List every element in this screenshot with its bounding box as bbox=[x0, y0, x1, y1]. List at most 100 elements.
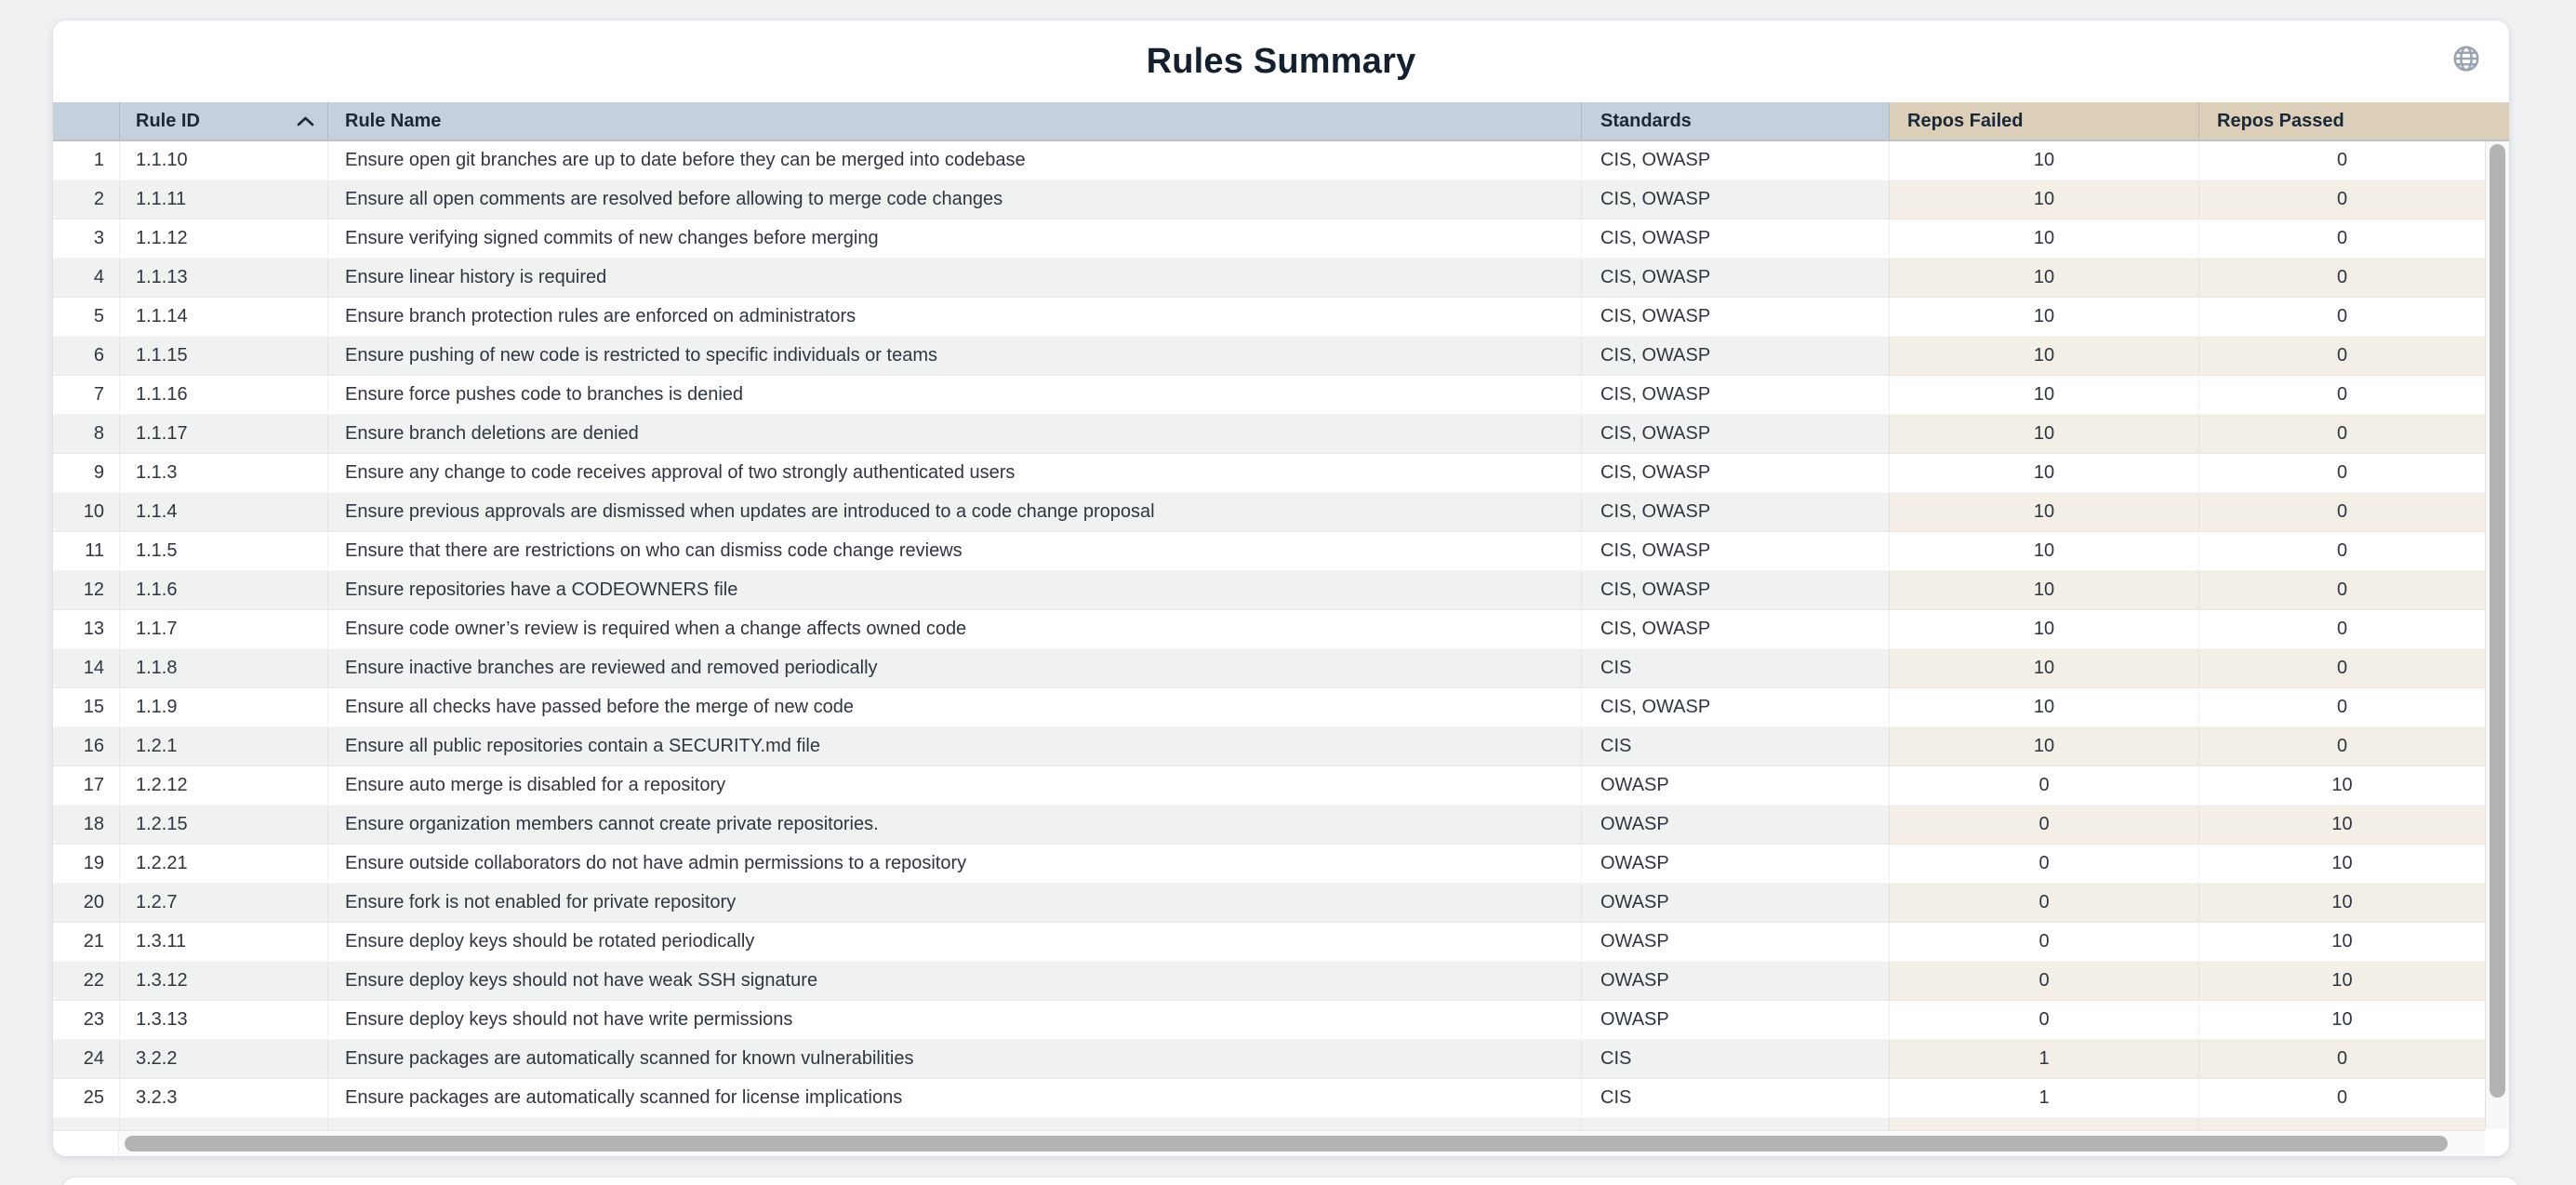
cell-repos-passed: 10 bbox=[2198, 1001, 2485, 1039]
cell-row-number: 7 bbox=[53, 376, 119, 414]
vertical-scrollbar[interactable] bbox=[2485, 141, 2509, 1130]
cell-repos-passed: 10 bbox=[2198, 962, 2485, 1000]
cell-rule-name: Ensure linear history is required bbox=[327, 259, 1581, 297]
globe-button[interactable] bbox=[2451, 44, 2481, 73]
cell-repos-failed: 10 bbox=[1889, 141, 2198, 180]
table-row: 13 1.1.7 Ensure code owner’s review is r… bbox=[53, 610, 2509, 649]
cell-repos-failed: 0 bbox=[1889, 962, 2198, 1000]
table-row: 2 1.1.11 Ensure all open comments are re… bbox=[53, 180, 2509, 220]
cell-repos-passed: 10 bbox=[2198, 923, 2485, 961]
cell-standards: OWASP bbox=[1581, 1001, 1889, 1039]
cell-repos-passed: 0 bbox=[2198, 180, 2485, 219]
cell-row-number: 3 bbox=[53, 220, 119, 258]
header-repos-failed[interactable]: Repos Failed bbox=[1889, 102, 2198, 140]
table-row: 12 1.1.6 Ensure repositories have a CODE… bbox=[53, 571, 2509, 610]
cell-repos-failed: 10 bbox=[1889, 180, 2198, 219]
header-repos-passed[interactable]: Repos Passed bbox=[2198, 102, 2509, 140]
table-row: 16 1.2.1 Ensure all public repositories … bbox=[53, 727, 2509, 766]
cell-repos-failed: 10 bbox=[1889, 727, 2198, 766]
cell-repos-failed: 0 bbox=[1889, 884, 2198, 922]
table-row-partial bbox=[53, 1118, 2509, 1130]
table-row: 4 1.1.13 Ensure linear history is requir… bbox=[53, 259, 2509, 298]
cell-repos-failed: 10 bbox=[1889, 610, 2198, 648]
vertical-scrollbar-thumb[interactable] bbox=[2490, 144, 2505, 1098]
cell-rule-id: 1.1.12 bbox=[119, 220, 327, 258]
cell-standards: CIS, OWASP bbox=[1581, 298, 1889, 336]
cell-rule-id: 1.1.16 bbox=[119, 376, 327, 414]
cell-row-number: 11 bbox=[53, 532, 119, 570]
cell-rule-name: Ensure verifying signed commits of new c… bbox=[327, 220, 1581, 258]
cell-repos-passed: 10 bbox=[2198, 845, 2485, 883]
cell-repos-passed: 0 bbox=[2198, 454, 2485, 492]
cell-standards: CIS bbox=[1581, 727, 1889, 766]
cell-standards: CIS, OWASP bbox=[1581, 141, 1889, 180]
cell-rule-id: 1.3.12 bbox=[119, 962, 327, 1000]
cell-rule-id: 1.1.9 bbox=[119, 688, 327, 726]
table-row: 6 1.1.15 Ensure pushing of new code is r… bbox=[53, 337, 2509, 376]
table-row: 10 1.1.4 Ensure previous approvals are d… bbox=[53, 493, 2509, 532]
horizontal-scrollbar[interactable] bbox=[53, 1130, 2509, 1156]
cell-rule-name: Ensure branch protection rules are enfor… bbox=[327, 298, 1581, 336]
cell-rule-id: 1.1.7 bbox=[119, 610, 327, 648]
table-row: 25 3.2.3 Ensure packages are automatical… bbox=[53, 1079, 2509, 1118]
cell-repos-passed: 0 bbox=[2198, 1079, 2485, 1117]
cell-standards: CIS, OWASP bbox=[1581, 532, 1889, 570]
cell-row-number: 8 bbox=[53, 415, 119, 453]
cell-rule-name: Ensure all checks have passed before the… bbox=[327, 688, 1581, 726]
cell-repos-passed bbox=[2198, 1118, 2485, 1130]
cell-row-number: 25 bbox=[53, 1079, 119, 1117]
cell-rule-id: 1.1.5 bbox=[119, 532, 327, 570]
cell-rule-name: Ensure branch deletions are denied bbox=[327, 415, 1581, 453]
table-row: 24 3.2.2 Ensure packages are automatical… bbox=[53, 1040, 2509, 1079]
cell-standards: CIS bbox=[1581, 1079, 1889, 1117]
table-row: 17 1.2.12 Ensure auto merge is disabled … bbox=[53, 766, 2509, 806]
horizontal-scrollbar-thumb[interactable] bbox=[125, 1136, 2448, 1152]
cell-repos-passed: 10 bbox=[2198, 884, 2485, 922]
cell-standards: CIS, OWASP bbox=[1581, 337, 1889, 375]
cell-rule-name: Ensure auto merge is disabled for a repo… bbox=[327, 766, 1581, 805]
table-row: 5 1.1.14 Ensure branch protection rules … bbox=[53, 298, 2509, 337]
table-row: 20 1.2.7 Ensure fork is not enabled for … bbox=[53, 884, 2509, 923]
cell-row-number: 14 bbox=[53, 649, 119, 687]
next-card-top-edge bbox=[62, 1178, 2518, 1185]
cell-rule-id: 1.1.15 bbox=[119, 337, 327, 375]
cell-row-number bbox=[53, 1118, 119, 1130]
cell-rule-id: 1.1.8 bbox=[119, 649, 327, 687]
cell-standards: CIS, OWASP bbox=[1581, 493, 1889, 531]
cell-repos-failed: 10 bbox=[1889, 649, 2198, 687]
header-standards[interactable]: Standards bbox=[1581, 102, 1889, 140]
table-row: 8 1.1.17 Ensure branch deletions are den… bbox=[53, 415, 2509, 454]
cell-row-number: 10 bbox=[53, 493, 119, 531]
cell-rule-name: Ensure deploy keys should be rotated per… bbox=[327, 923, 1581, 961]
cell-row-number: 20 bbox=[53, 884, 119, 922]
cell-repos-failed: 10 bbox=[1889, 337, 2198, 375]
cell-row-number: 21 bbox=[53, 923, 119, 961]
cell-rule-name: Ensure outside collaborators do not have… bbox=[327, 845, 1581, 883]
header-rule-name[interactable]: Rule Name bbox=[327, 102, 1581, 140]
cell-repos-failed: 10 bbox=[1889, 493, 2198, 531]
cell-rule-name: Ensure open git branches are up to date … bbox=[327, 141, 1581, 180]
cell-rule-name: Ensure all open comments are resolved be… bbox=[327, 180, 1581, 219]
cell-repos-passed: 0 bbox=[2198, 532, 2485, 570]
table-row: 22 1.3.12 Ensure deploy keys should not … bbox=[53, 962, 2509, 1001]
cell-repos-failed: 0 bbox=[1889, 766, 2198, 805]
table-body: 1 1.1.10 Ensure open git branches are up… bbox=[53, 141, 2509, 1130]
cell-row-number: 22 bbox=[53, 962, 119, 1000]
table-row: 14 1.1.8 Ensure inactive branches are re… bbox=[53, 649, 2509, 688]
cell-rule-name: Ensure previous approvals are dismissed … bbox=[327, 493, 1581, 531]
cell-repos-failed: 10 bbox=[1889, 259, 2198, 297]
table-row: 7 1.1.16 Ensure force pushes code to bra… bbox=[53, 376, 2509, 415]
cell-row-number: 5 bbox=[53, 298, 119, 336]
cell-rule-id: 1.2.15 bbox=[119, 806, 327, 844]
cell-rule-id: 1.1.13 bbox=[119, 259, 327, 297]
cell-rule-id: 1.1.10 bbox=[119, 141, 327, 180]
cell-repos-passed: 0 bbox=[2198, 571, 2485, 609]
cell-repos-failed: 0 bbox=[1889, 806, 2198, 844]
header-rule-id[interactable]: Rule ID bbox=[119, 102, 327, 140]
cell-repos-failed: 10 bbox=[1889, 532, 2198, 570]
cell-standards: CIS, OWASP bbox=[1581, 220, 1889, 258]
cell-standards: CIS, OWASP bbox=[1581, 415, 1889, 453]
cell-standards: CIS, OWASP bbox=[1581, 259, 1889, 297]
cell-row-number: 6 bbox=[53, 337, 119, 375]
cell-rule-id: 1.3.13 bbox=[119, 1001, 327, 1039]
